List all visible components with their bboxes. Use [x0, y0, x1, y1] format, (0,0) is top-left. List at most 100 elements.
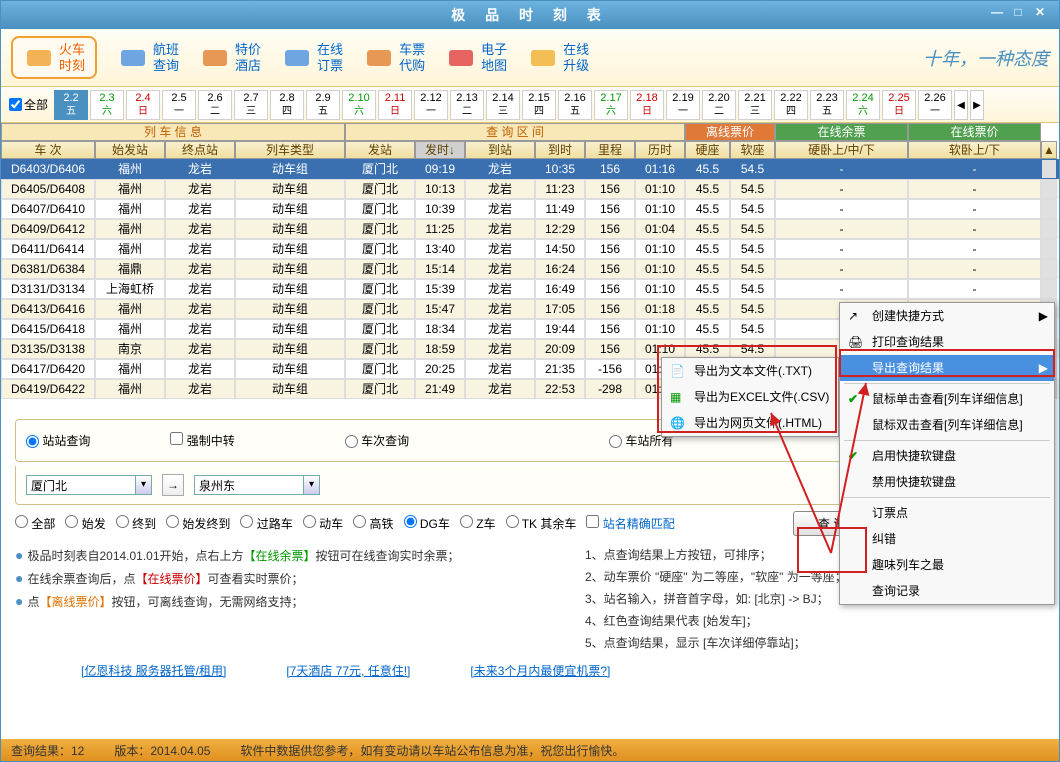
radio-d[interactable]: 动车 [303, 515, 343, 532]
col-hard-seat[interactable]: 硬座 [685, 141, 730, 159]
menu-export[interactable]: 导出查询结果▶ [840, 355, 1054, 381]
col-distance[interactable]: 里程 [585, 141, 635, 159]
menu-bookmark[interactable]: 订票点 [840, 500, 1054, 526]
checkbox-exact-match[interactable]: 站名精确匹配 [586, 515, 674, 532]
date-cell[interactable]: 2.8四 [270, 90, 304, 120]
date-cell[interactable]: 2.22四 [774, 90, 808, 120]
radio-train-query[interactable]: 车次查询 [345, 432, 409, 449]
radio-tk[interactable]: TK 其余车 [506, 515, 577, 532]
header-group-offline[interactable]: 离线票价 [685, 123, 775, 141]
toolbar-book[interactable]: 在线订票 [281, 36, 343, 79]
radio-g[interactable]: 高铁 [353, 515, 393, 532]
close-icon[interactable]: ✕ [1035, 5, 1053, 21]
date-cell[interactable]: 2.14三 [486, 90, 520, 120]
table-row[interactable]: D6411/D6414福州龙岩动车组厦门北13:40龙岩14:5015601:1… [1, 239, 1059, 259]
date-cell[interactable]: 2.25日 [882, 90, 916, 120]
date-cell[interactable]: 2.7三 [234, 90, 268, 120]
menu-enable-keyboard[interactable]: ✔启用快捷软键盘 [840, 443, 1054, 469]
date-cell[interactable]: 2.2五 [54, 90, 88, 120]
col-train-type[interactable]: 列车类型 [235, 141, 345, 159]
date-cell[interactable]: 2.4日 [126, 90, 160, 120]
toolbar-map[interactable]: 电子地图 [445, 36, 507, 79]
from-station-input[interactable] [26, 475, 136, 495]
date-cell[interactable]: 2.20二 [702, 90, 736, 120]
radio-end[interactable]: 终到 [116, 515, 156, 532]
radio-pass[interactable]: 过路车 [240, 515, 292, 532]
from-station-combo[interactable]: ▾ [26, 474, 152, 496]
col-depart-station[interactable]: 发站 [345, 141, 415, 159]
header-group-remain[interactable]: 在线余票 [775, 123, 908, 141]
swap-button[interactable]: → [162, 474, 184, 496]
header-group-online[interactable]: 在线票价 [908, 123, 1041, 141]
menu-fun[interactable]: 趣味列车之最 [840, 552, 1054, 578]
scrollbar-up-icon[interactable]: ▲ [1041, 141, 1057, 159]
col-hard-sleeper[interactable]: 硬卧上/中/下 [775, 141, 908, 159]
footer-link-flight[interactable]: [未来3个月内最便宜机票?] [470, 662, 610, 679]
date-cell[interactable]: 2.15四 [522, 90, 556, 120]
table-row[interactable]: D6409/D6412福州龙岩动车组厦门北11:25龙岩12:2915601:0… [1, 219, 1059, 239]
col-soft-sleeper[interactable]: 软卧上/下 [908, 141, 1041, 159]
menu-print[interactable]: 🖨打印查询结果 [840, 329, 1054, 355]
menu-export-txt[interactable]: 📄导出为文本文件(.TXT) [662, 358, 838, 384]
table-row[interactable]: D3131/D3134上海虹桥龙岩动车组厦门北15:39龙岩16:4915601… [1, 279, 1059, 299]
menu-history[interactable]: 查询记录 [840, 578, 1054, 604]
radio-dg[interactable]: DG车 [404, 515, 450, 532]
col-depart-time[interactable]: 发时↓ [415, 141, 465, 159]
footer-link-hosting[interactable]: [亿恩科技 服务器托管/租用] [81, 662, 226, 679]
menu-disable-keyboard[interactable]: 禁用快捷软键盘 [840, 469, 1054, 495]
table-row[interactable]: D6403/D6406福州龙岩动车组厦门北09:19龙岩10:3515601:1… [1, 159, 1059, 179]
date-cell[interactable]: 2.3六 [90, 90, 124, 120]
dropdown-icon[interactable]: ▾ [304, 475, 320, 495]
col-soft-seat[interactable]: 软座 [730, 141, 775, 159]
maximize-icon[interactable]: □ [1013, 5, 1031, 21]
col-start-station[interactable]: 始发站 [95, 141, 165, 159]
menu-export-html[interactable]: 🌐导出为网页文件(.HTML) [662, 410, 838, 436]
date-cell[interactable]: 2.18日 [630, 90, 664, 120]
date-cell[interactable]: 2.24六 [846, 90, 880, 120]
radio-all[interactable]: 全部 [15, 515, 55, 532]
date-cell[interactable]: 2.5一 [162, 90, 196, 120]
date-cell[interactable]: 2.16五 [558, 90, 592, 120]
date-cell[interactable]: 2.11日 [378, 90, 412, 120]
minimize-icon[interactable]: — [991, 5, 1009, 21]
date-next-button[interactable]: ▶ [970, 90, 984, 120]
footer-link-hotel[interactable]: [7天酒店 77元, 任意住!] [286, 662, 410, 679]
menu-export-csv[interactable]: ▦导出为EXCEL文件(.CSV) [662, 384, 838, 410]
menu-double-click[interactable]: 鼠标双击查看[列车详细信息] [840, 412, 1054, 438]
radio-z[interactable]: Z车 [460, 515, 496, 532]
table-row[interactable]: D6407/D6410福州龙岩动车组厦门北10:39龙岩11:4915601:1… [1, 199, 1059, 219]
radio-station-query[interactable]: 站站查询 [26, 432, 90, 449]
dropdown-icon[interactable]: ▾ [136, 475, 152, 495]
col-duration[interactable]: 历时 [635, 141, 685, 159]
date-cell[interactable]: 2.26一 [918, 90, 952, 120]
col-train-number[interactable]: 车 次 [1, 141, 95, 159]
date-cell[interactable]: 2.17六 [594, 90, 628, 120]
col-arrive-time[interactable]: 到时 [535, 141, 585, 159]
menu-correct[interactable]: 纠错 [840, 526, 1054, 552]
date-cell[interactable]: 2.12一 [414, 90, 448, 120]
col-end-station[interactable]: 终点站 [165, 141, 235, 159]
date-cell[interactable]: 2.19一 [666, 90, 700, 120]
toolbar-upgrade[interactable]: 在线升级 [527, 36, 589, 79]
date-cell[interactable]: 2.13二 [450, 90, 484, 120]
toolbar-train[interactable]: 火车时刻 [11, 36, 97, 79]
date-cell[interactable]: 2.23五 [810, 90, 844, 120]
menu-create-shortcut[interactable]: ↗创建快捷方式▶ [840, 303, 1054, 329]
col-arrive-station[interactable]: 到站 [465, 141, 535, 159]
radio-both-end[interactable]: 始发终到 [166, 515, 230, 532]
menu-single-click[interactable]: ✔鼠标单击查看[列车详细信息] [840, 386, 1054, 412]
table-row[interactable]: D6405/D6408福州龙岩动车组厦门北10:13龙岩11:2315601:1… [1, 179, 1059, 199]
date-cell[interactable]: 2.21三 [738, 90, 772, 120]
date-cell[interactable]: 2.9五 [306, 90, 340, 120]
checkbox-force-transfer[interactable]: 强制中转 [170, 432, 234, 449]
toolbar-proxy[interactable]: 车票代购 [363, 36, 425, 79]
toolbar-flight[interactable]: 航班查询 [117, 36, 179, 79]
date-cell[interactable]: 2.10六 [342, 90, 376, 120]
date-cell[interactable]: 2.6二 [198, 90, 232, 120]
toolbar-hotel[interactable]: 特价酒店 [199, 36, 261, 79]
to-station-input[interactable] [194, 475, 304, 495]
date-prev-button[interactable]: ◀ [954, 90, 968, 120]
all-dates-checkbox[interactable]: 全部 [9, 96, 48, 113]
table-row[interactable]: D6381/D6384福鼎龙岩动车组厦门北15:14龙岩16:2415601:1… [1, 259, 1059, 279]
to-station-combo[interactable]: ▾ [194, 474, 320, 496]
